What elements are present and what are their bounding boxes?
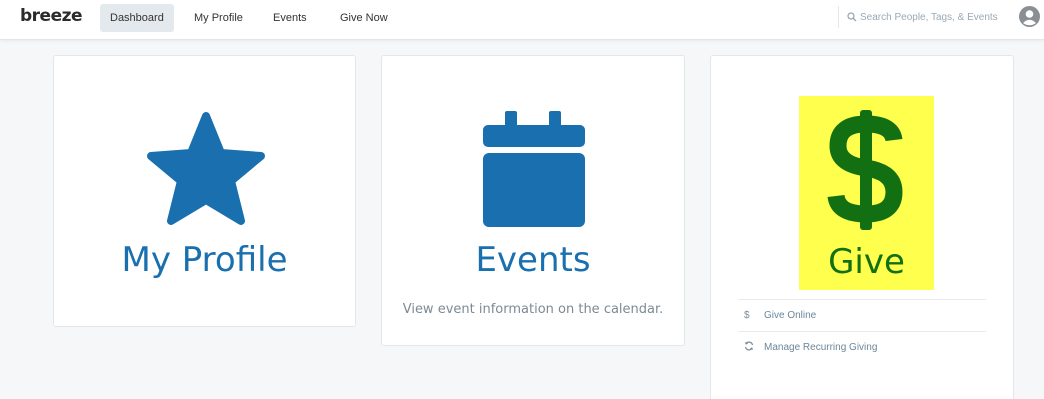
search-input[interactable]: Search People, Tags, & Events [838,6,998,28]
search-placeholder: Search People, Tags, & Events [860,11,998,23]
events-description: View event information on the calendar. [402,302,664,317]
nav-give-now[interactable]: Give Now [330,4,398,32]
manage-recurring-giving-label: Manage Recurring Giving [764,342,878,353]
search-icon [847,12,857,22]
events-title: Events [475,240,591,280]
events-card[interactable]: Events View event information on the cal… [381,55,685,346]
give-online-link[interactable]: $ Give Online [738,299,986,331]
manage-recurring-giving-link[interactable]: Manage Recurring Giving [738,331,986,363]
top-navbar: breeze Dashboard My Profile Events Give … [0,0,1044,40]
calendar-icon [483,111,585,227]
give-title: Give [828,242,905,282]
my-profile-title: My Profile [121,240,288,280]
dollar-icon [827,110,903,230]
nav-my-profile[interactable]: My Profile [184,4,253,32]
give-card[interactable]: Give $ Give Online Manage Recurring Givi… [710,55,1014,399]
user-avatar-icon[interactable] [1019,6,1040,27]
nav-events[interactable]: Events [263,4,317,32]
give-online-label: Give Online [764,310,817,321]
refresh-icon [744,341,754,351]
dollar-small-icon: $ [744,310,750,321]
breeze-logo[interactable]: breeze [20,6,83,26]
give-highlight[interactable]: Give [799,96,934,290]
nav-dashboard[interactable]: Dashboard [100,4,174,32]
star-icon [147,112,265,225]
my-profile-card[interactable]: My Profile [53,55,356,327]
